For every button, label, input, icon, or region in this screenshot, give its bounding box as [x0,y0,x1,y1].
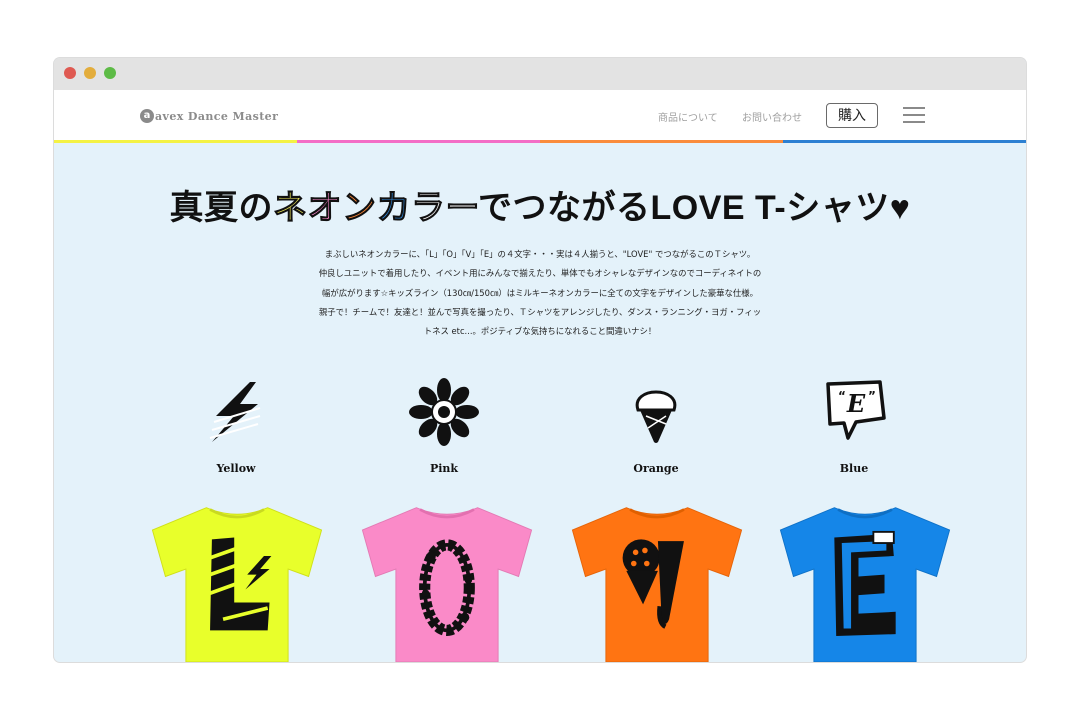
logo-text: avex Dance Master [155,109,279,123]
logo-mark-icon: a [140,109,154,123]
svg-text:”: ” [868,389,876,403]
tshirt-orange-image[interactable] [562,504,752,662]
neon-char: カ [376,189,412,228]
description-line: 仲良しユニットで着用したり、イベント用にみんなで揃えたり、単体でもオシャレなデザ… [318,268,762,279]
minimize-window-button[interactable] [84,67,96,79]
ice-cream-icon [635,390,677,443]
description-line: まぶしいネオンカラーに、「L」「O」「V」「E」の４文字・・・実は４人揃うと、"… [324,249,756,259]
neon-char: ン [342,189,377,228]
speech-bubble-e-icon: E “ ” [826,380,886,440]
tshirt-blue-image[interactable] [770,504,960,662]
site-logo[interactable]: a avex Dance Master [140,106,278,126]
svg-text:“: “ [838,389,846,403]
flower-icon [409,378,479,446]
product-description: まぶしいネオンカラーに、「L」「O」「V」「E」の４文字・・・実は４人揃うと、"… [290,245,790,341]
tshirt-yellow-image[interactable] [142,504,332,662]
tshirt-pink-image[interactable] [352,504,542,662]
color-name-pink: Pink [429,462,459,475]
neon-char: ネ [273,189,308,228]
neon-char: オ [307,189,343,228]
color-name-blue: Blue [839,462,869,475]
lightning-icon [209,382,261,442]
buy-button[interactable]: 購入 [826,103,878,128]
nav-link-contact[interactable]: お問い合わせ [742,109,802,124]
browser-titlebar [54,58,1026,90]
hamburger-menu-icon[interactable] [903,107,925,124]
color-stripe-bar [54,140,1026,143]
site-header: a avex Dance Master 商品について お問い合わせ 購入 [54,90,1026,140]
description-line: 幅が広がります☆キッズライン（130㎝/150㎝）はミルキーネオンカラーに全ての… [322,287,758,298]
color-name-yellow: Yellow [216,462,256,475]
color-name-orange: Orange [633,462,679,475]
stripe-pink [297,140,540,143]
close-window-button[interactable] [64,67,76,79]
description-line: トネス etc...。ポジティブな気持ちになれること間違いナシ！ [423,326,657,337]
headline-pre: 真夏の [169,189,274,227]
stripe-yellow [54,140,297,143]
page-headline: 真夏のネオンカラーでつながるLOVE T-シャツ♥ [54,180,1026,229]
svg-text:E: E [846,389,866,418]
headline-post: でつながるLOVE T-シャツ♥ [478,189,911,227]
maximize-window-button[interactable] [104,67,116,79]
browser-window: a avex Dance Master 商品について お問い合わせ 購入 真夏の… [54,58,1026,662]
neon-char: ラ [411,189,446,228]
neon-char: ー [445,189,479,228]
description-line: 親子で！チームで！友達と！並んで写真を撮ったり、Ｔシャツをアレンジしたり、ダンス… [318,306,762,317]
stripe-blue [783,140,1026,143]
stripe-orange [540,140,783,143]
nav-link-about-products[interactable]: 商品について [658,109,718,124]
